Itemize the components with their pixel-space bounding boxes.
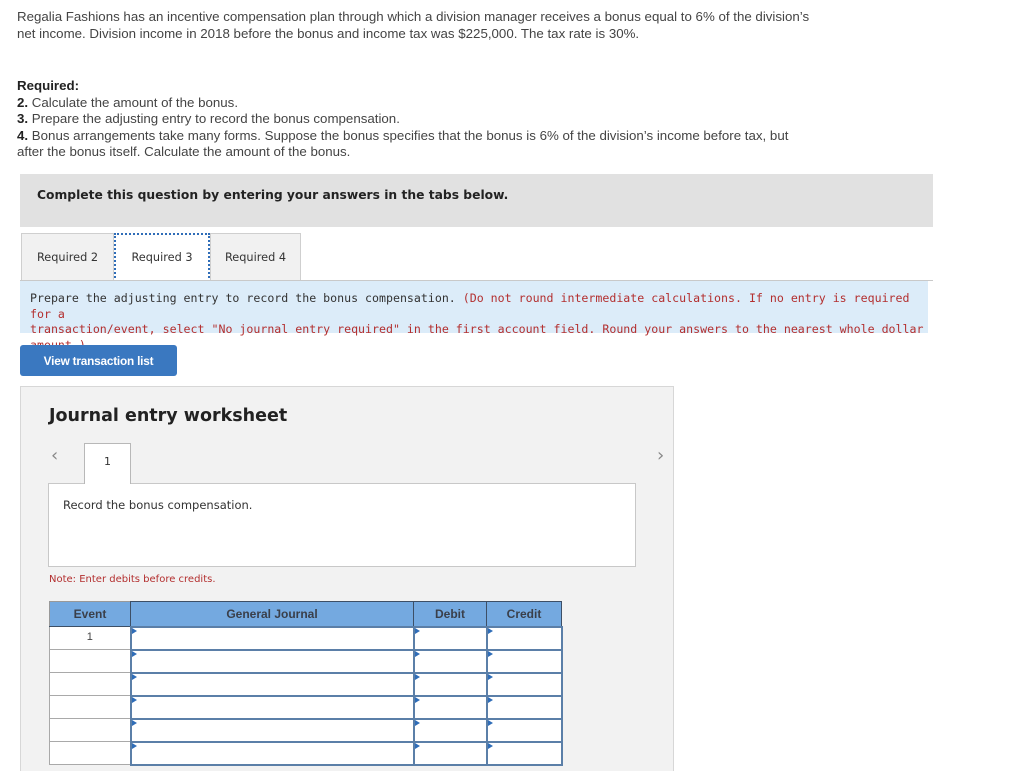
debit-input[interactable] [412, 625, 488, 651]
required-item-4-continued: after the bonus itself. Calculate the am… [17, 144, 351, 159]
tab-required-3[interactable]: Required 3 [114, 233, 210, 282]
credit-input[interactable] [485, 717, 563, 743]
journal-row [49, 717, 563, 743]
journal-entry-worksheet: Journal entry worksheet ‹ 1 › Record the… [20, 386, 674, 771]
problem-line-1: Regalia Fashions has an incentive compen… [17, 9, 810, 24]
journal-row [49, 648, 563, 674]
account-select[interactable] [129, 648, 415, 674]
account-select[interactable] [129, 671, 415, 697]
header-general-journal: General Journal [130, 601, 414, 627]
chevron-left-icon[interactable]: ‹ [51, 445, 58, 466]
worksheet-description: Record the bonus compensation. [63, 498, 253, 512]
required-item-number: 3. [17, 111, 29, 126]
journal-row: 1 [49, 625, 563, 651]
event-cell [49, 695, 131, 719]
tab-required-2[interactable]: Required 2 [21, 233, 114, 281]
instructions-text: Complete this question by entering your … [37, 188, 509, 202]
required-item-text: Prepare the adjusting entry to record th… [28, 111, 400, 126]
debit-input[interactable] [412, 671, 488, 697]
worksheet-tab-1[interactable]: 1 [84, 443, 131, 484]
worksheet-title: Journal entry worksheet [49, 406, 288, 426]
event-cell [49, 649, 131, 673]
event-cell [49, 718, 131, 742]
required-item-number: 2. [17, 94, 29, 110]
credit-input[interactable] [485, 625, 563, 651]
debits-credits-note: Note: Enter debits before credits. [49, 574, 216, 585]
journal-header-row: Event General Journal Debit Credit [49, 601, 562, 627]
required-item-2: 2. Calculate the amount of the bonus. [17, 95, 977, 112]
required-tabs: Required 2 Required 3 Required 4 [21, 233, 301, 282]
worksheet-description-box: Record the bonus compensation. [48, 483, 636, 567]
header-credit: Credit [486, 601, 562, 627]
tab-required-4[interactable]: Required 4 [210, 233, 301, 281]
required-item-4: 4. Bonus arrangements take many forms. S… [17, 128, 977, 145]
journal-row [49, 671, 563, 697]
credit-input[interactable] [485, 648, 563, 674]
credit-input[interactable] [485, 740, 563, 766]
credit-input[interactable] [485, 694, 563, 720]
event-cell: 1 [49, 626, 131, 650]
account-select[interactable] [129, 625, 415, 651]
debit-input[interactable] [412, 717, 488, 743]
chevron-right-icon[interactable]: › [657, 445, 664, 466]
journal-table: Event General Journal Debit Credit 1 [49, 601, 563, 766]
journal-row [49, 740, 563, 766]
instructions-banner: Complete this question by entering your … [20, 174, 933, 227]
header-event: Event [49, 601, 131, 627]
credit-input[interactable] [485, 671, 563, 697]
debit-input[interactable] [412, 648, 488, 674]
problem-line-2: net income. Division income in 2018 befo… [17, 25, 640, 41]
account-select[interactable] [129, 717, 415, 743]
debit-input[interactable] [412, 740, 488, 766]
required-item-text: Bonus arrangements take many forms. Supp… [28, 127, 789, 143]
prompt-banner: Prepare the adjusting entry to record th… [20, 281, 928, 352]
prompt-main-text: Prepare the adjusting entry to record th… [30, 291, 463, 305]
header-debit: Debit [413, 601, 487, 627]
required-item-3: 3. Prepare the adjusting entry to record… [17, 111, 977, 128]
required-title: Required: [17, 78, 80, 93]
event-cell [49, 741, 131, 765]
problem-statement: Regalia Fashions has an incentive compen… [17, 9, 977, 42]
required-item-number: 4. [17, 127, 29, 143]
view-transaction-list-button[interactable]: View transaction list [20, 345, 177, 376]
account-select[interactable] [129, 694, 415, 720]
required-item-text: Calculate the amount of the bonus. [28, 94, 239, 110]
debit-input[interactable] [412, 694, 488, 720]
required-list: Required: 2. Calculate the amount of the… [17, 78, 977, 161]
journal-row [49, 694, 563, 720]
account-select[interactable] [129, 740, 415, 766]
event-cell [49, 672, 131, 696]
